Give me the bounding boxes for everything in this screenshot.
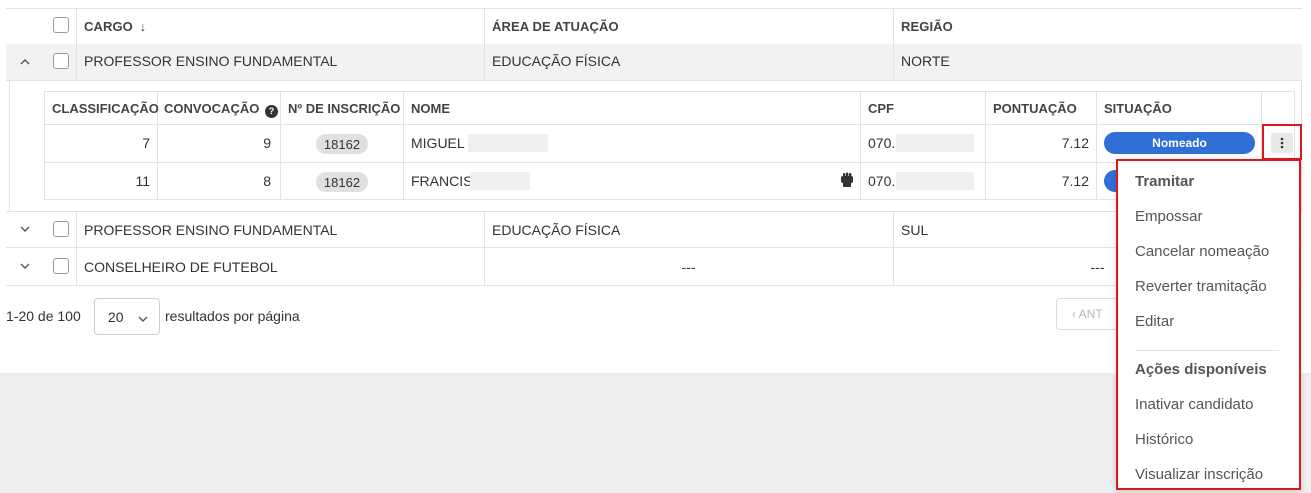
row-cargo: CONSELHEIRO DE FUTEBOL <box>84 259 278 275</box>
sort-arrow-down-icon: ↓ <box>139 19 147 34</box>
menu-divider <box>1135 350 1279 351</box>
nome-value: MIGUEL <box>411 135 465 151</box>
row-checkbox[interactable] <box>53 53 69 69</box>
subheader-classificacao: CLASSIFICAÇÃO <box>52 101 159 116</box>
inscricao-pill: 18162 <box>316 134 368 154</box>
menu-item-editar[interactable]: Editar <box>1135 313 1174 330</box>
subheader-cpf: CPF <box>868 101 894 116</box>
per-page-label: resultados por página <box>165 308 300 324</box>
row-checkbox[interactable] <box>53 258 69 274</box>
menu-item-cancelar-nomeacao[interactable]: Cancelar nomeação <box>1135 243 1269 260</box>
raised-fist-icon <box>840 172 854 191</box>
row-area: EDUCAÇÃO FÍSICA <box>492 222 621 238</box>
menu-item-empossar[interactable]: Empossar <box>1135 208 1203 225</box>
page-background <box>0 373 1311 493</box>
chevron-up-icon[interactable] <box>17 54 33 70</box>
per-page-value: 20 <box>108 308 124 325</box>
menu-section-tramitar: Tramitar <box>1135 173 1195 190</box>
pontuacao-value: 7.12 <box>1061 173 1089 189</box>
column-header-cargo[interactable]: CARGO ↓ <box>84 19 146 34</box>
row-regiao: SUL <box>901 222 929 238</box>
cpf-value: 070. <box>868 173 896 189</box>
row-cargo: PROFESSOR ENSINO FUNDAMENTAL <box>84 53 338 69</box>
actions-menu: Tramitar Empossar Cancelar nomeação Reve… <box>1116 159 1301 490</box>
row-area: EDUCAÇÃO FÍSICA <box>492 53 621 69</box>
per-page-select[interactable]: 20 <box>94 298 160 335</box>
redacted-cpf <box>896 172 974 190</box>
menu-item-reverter-tramitacao[interactable]: Reverter tramitação <box>1135 278 1267 295</box>
classificacao-value: 7 <box>142 135 150 151</box>
inscricao-pill: 18162 <box>316 172 368 192</box>
row-cargo: PROFESSOR ENSINO FUNDAMENTAL <box>84 222 338 238</box>
redacted-name <box>470 172 530 190</box>
cpf-value: 070. <box>868 135 896 151</box>
menu-item-inativar-candidato[interactable]: Inativar candidato <box>1135 396 1253 413</box>
row-checkbox[interactable] <box>53 221 69 237</box>
column-header-regiao: REGIÃO <box>901 19 953 34</box>
chevron-down-icon <box>138 309 148 325</box>
column-header-area: ÁREA DE ATUAÇÃO <box>492 19 619 34</box>
subheader-convocacao: CONVOCAÇÃO ? <box>164 101 278 118</box>
chevron-down-icon[interactable] <box>17 221 33 237</box>
convocacao-value: 9 <box>263 135 271 151</box>
pontuacao-value: 7.12 <box>1061 135 1089 151</box>
redacted-cpf <box>896 134 974 152</box>
highlight-box <box>1262 124 1302 160</box>
subheader-pontuacao: PONTUAÇÃO <box>993 101 1077 116</box>
classificacao-value: 11 <box>135 173 150 189</box>
question-circle-icon[interactable]: ? <box>264 105 278 118</box>
nome-value: FRANCIS <box>411 173 473 189</box>
convocacao-value: 8 <box>263 173 271 189</box>
pagination-range: 1-20 de 100 <box>6 308 81 324</box>
menu-section-acoes: Ações disponíveis <box>1135 361 1267 378</box>
row-regiao: NORTE <box>901 53 950 69</box>
subheader-situacao: SITUAÇÃO <box>1104 101 1172 116</box>
subheader-inscricao: Nº DE INSCRIÇÃO <box>288 101 401 116</box>
menu-item-historico[interactable]: Histórico <box>1135 431 1193 448</box>
subheader-nome: NOME <box>411 101 450 116</box>
status-badge: Nomeado <box>1104 132 1255 154</box>
chevron-down-icon[interactable] <box>17 258 33 274</box>
select-all-checkbox[interactable] <box>53 17 69 33</box>
redacted-name <box>468 134 548 152</box>
menu-item-visualizar-inscricao[interactable]: Visualizar inscrição <box>1135 466 1263 483</box>
row-area: --- <box>681 259 696 275</box>
